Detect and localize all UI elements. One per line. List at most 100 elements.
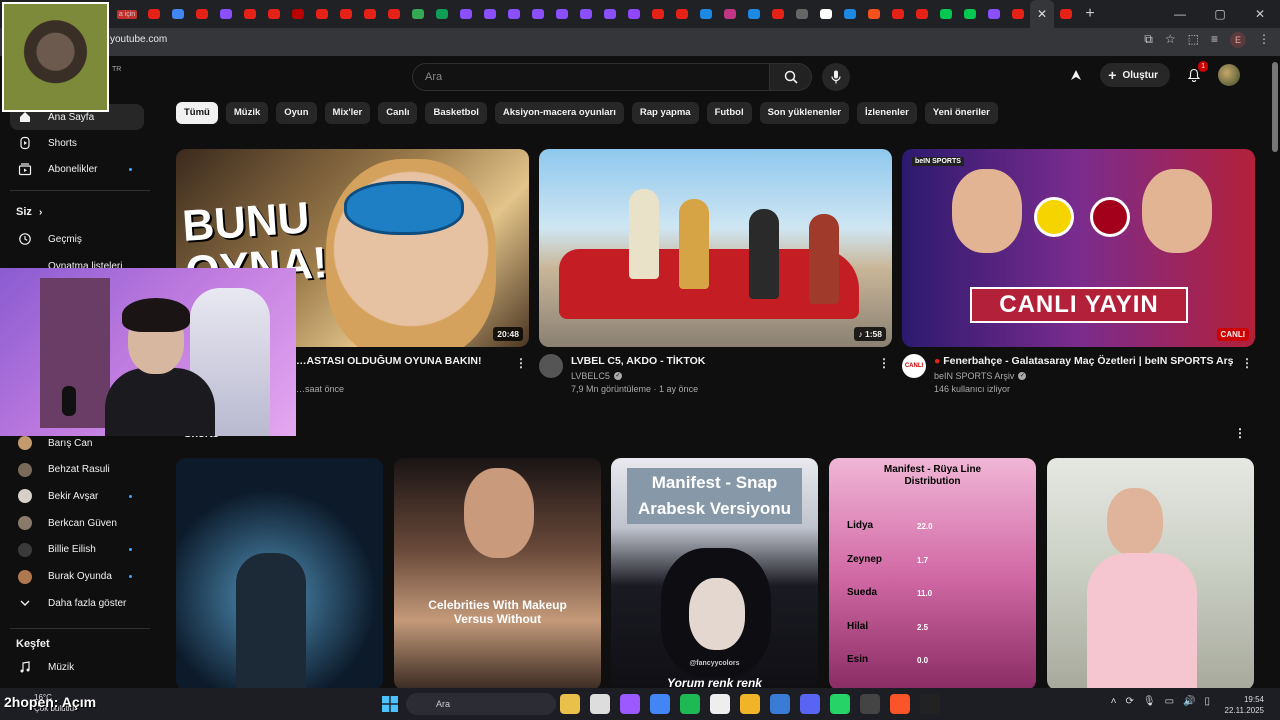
- filter-chip[interactable]: Oyun: [276, 102, 317, 124]
- browser-tab[interactable]: [358, 0, 382, 28]
- browser-tab[interactable]: [670, 0, 694, 28]
- browser-tab[interactable]: [934, 0, 958, 28]
- video-title[interactable]: LVBEL C5, AKDO - TİKTOK: [571, 355, 871, 367]
- sidebar-item-history[interactable]: Geçmiş: [10, 226, 144, 252]
- browser-tab[interactable]: [910, 0, 934, 28]
- browser-tab[interactable]: [382, 0, 406, 28]
- profile-avatar[interactable]: E: [1230, 32, 1246, 48]
- browser-tab[interactable]: [454, 0, 478, 28]
- short-card[interactable]: Manifest - Rüya Line Distribution Lidya 2…: [829, 458, 1036, 690]
- browser-tab[interactable]: [742, 0, 766, 28]
- browser-tab[interactable]: [694, 0, 718, 28]
- search-input[interactable]: Ara: [412, 63, 770, 91]
- browser-tab[interactable]: [430, 0, 454, 28]
- more-options-icon[interactable]: ⋮: [515, 356, 527, 370]
- filter-chip[interactable]: Tümü: [176, 102, 218, 124]
- filter-chip[interactable]: Canlı: [378, 102, 418, 124]
- copilot-icon[interactable]: [620, 694, 640, 714]
- volume-icon[interactable]: 🔊: [1183, 696, 1195, 707]
- brave-icon[interactable]: [890, 694, 910, 714]
- video-card[interactable]: beIN SPORTS CANLI YAYIN CANLI CANLI ● Fe…: [902, 149, 1255, 404]
- filter-chip[interactable]: İzlenenler: [856, 102, 917, 124]
- you-section-heading[interactable]: Siz ›: [16, 206, 42, 218]
- maximize-button[interactable]: ▢: [1200, 7, 1240, 21]
- sync-icon[interactable]: ⟳: [1125, 696, 1133, 707]
- minimize-button[interactable]: —: [1160, 7, 1200, 21]
- more-options-icon[interactable]: ⋮: [1241, 356, 1253, 370]
- files-icon[interactable]: [590, 694, 610, 714]
- browser-tab[interactable]: [814, 0, 838, 28]
- video-thumbnail[interactable]: beIN SPORTS CANLI YAYIN CANLI: [902, 149, 1255, 347]
- filter-chip[interactable]: Rap yapma: [631, 102, 699, 124]
- browser-tab[interactable]: [406, 0, 430, 28]
- browser-tab[interactable]: [214, 0, 238, 28]
- sidebar-subscription[interactable]: Billie Eilish: [10, 537, 144, 563]
- browser-tab[interactable]: [502, 0, 526, 28]
- sidebar-item-music[interactable]: Müzik: [10, 654, 144, 680]
- browser-tab[interactable]: [478, 0, 502, 28]
- browser-tab[interactable]: [838, 0, 862, 28]
- extension-icon[interactable]: [1066, 65, 1086, 85]
- channel-avatar[interactable]: [539, 354, 563, 378]
- browser-tab[interactable]: [334, 0, 358, 28]
- short-card[interactable]: [176, 458, 383, 690]
- browser-tab[interactable]: [310, 0, 334, 28]
- browser-tab[interactable]: [142, 0, 166, 28]
- terminal-icon[interactable]: [920, 694, 940, 714]
- channel-name[interactable]: beIN SPORTS Arşiv ✓: [934, 371, 1027, 381]
- channel-name[interactable]: LVBELC5 ✓: [571, 371, 622, 381]
- chrome-icon[interactable]: [650, 694, 670, 714]
- browser-tab[interactable]: [886, 0, 910, 28]
- vpn-icon[interactable]: [770, 694, 790, 714]
- filter-chip[interactable]: Müzik: [225, 102, 269, 124]
- filter-chip[interactable]: Son yüklenenler: [759, 102, 849, 124]
- search-button[interactable]: [770, 63, 812, 91]
- extensions-icon[interactable]: ⬚: [1188, 32, 1199, 48]
- obs-icon[interactable]: [860, 694, 880, 714]
- notifications-button[interactable]: 1: [1184, 61, 1208, 85]
- filter-chip[interactable]: Aksiyon-macera oyunları: [494, 102, 624, 124]
- browser-tab[interactable]: [550, 0, 574, 28]
- browser-tab[interactable]: [862, 0, 886, 28]
- page-scrollbar[interactable]: [1272, 62, 1278, 152]
- windows-start-icon[interactable]: [382, 696, 398, 712]
- network-icon[interactable]: ▭: [1165, 696, 1174, 707]
- close-window-button[interactable]: ✕: [1240, 7, 1280, 21]
- cast-icon[interactable]: ⧉: [1144, 32, 1153, 48]
- notes-icon[interactable]: [710, 694, 730, 714]
- browser-tab[interactable]: [598, 0, 622, 28]
- sidebar-subscription[interactable]: Berkcan Güven: [10, 510, 144, 536]
- more-options-icon[interactable]: ⋮: [878, 356, 890, 370]
- browser-tab[interactable]: [526, 0, 550, 28]
- discord-icon[interactable]: [800, 694, 820, 714]
- new-tab-button[interactable]: +: [1078, 5, 1102, 23]
- browser-tab[interactable]: [286, 0, 310, 28]
- short-card[interactable]: Manifest - Snap Arabesk Versiyonu @fancy…: [611, 458, 818, 690]
- browser-tab[interactable]: [790, 0, 814, 28]
- browser-tab[interactable]: [1054, 0, 1078, 28]
- url-field[interactable]: youtube.com: [110, 34, 167, 45]
- battery-icon[interactable]: ▯: [1204, 696, 1210, 707]
- browser-tab[interactable]: [574, 0, 598, 28]
- short-card[interactable]: Celebrities With Makeup Versus Without: [394, 458, 601, 690]
- browser-tab[interactable]: [958, 0, 982, 28]
- filter-chip[interactable]: Mix'ler: [324, 102, 371, 124]
- browser-tab[interactable]: [190, 0, 214, 28]
- bookmark-star-icon[interactable]: ☆: [1165, 32, 1176, 48]
- taskbar-clock[interactable]: 19:54 22.11.2025: [1225, 694, 1264, 716]
- video-title[interactable]: …ASTASI OLDUĞUM OYUNA BAKIN!: [296, 355, 496, 367]
- filter-chip[interactable]: Yeni öneriler: [924, 102, 998, 124]
- close-tab-icon[interactable]: ✕: [1037, 7, 1047, 21]
- more-options-icon[interactable]: ⋮: [1234, 426, 1246, 440]
- browser-tab[interactable]: [982, 0, 1006, 28]
- sidebar-subscription[interactable]: Behzat Rasuli: [10, 457, 144, 483]
- spotify-icon[interactable]: [680, 694, 700, 714]
- browser-tab[interactable]: [766, 0, 790, 28]
- browser-tab[interactable]: [1006, 0, 1030, 28]
- browser-tab[interactable]: [262, 0, 286, 28]
- browser-tab[interactable]: [166, 0, 190, 28]
- filter-chip[interactable]: Basketbol: [425, 102, 487, 124]
- video-thumbnail[interactable]: ♪ 1:58: [539, 149, 892, 347]
- sidebar-subscription[interactable]: Burak Oyunda: [10, 564, 144, 590]
- winrar-icon[interactable]: [560, 694, 580, 714]
